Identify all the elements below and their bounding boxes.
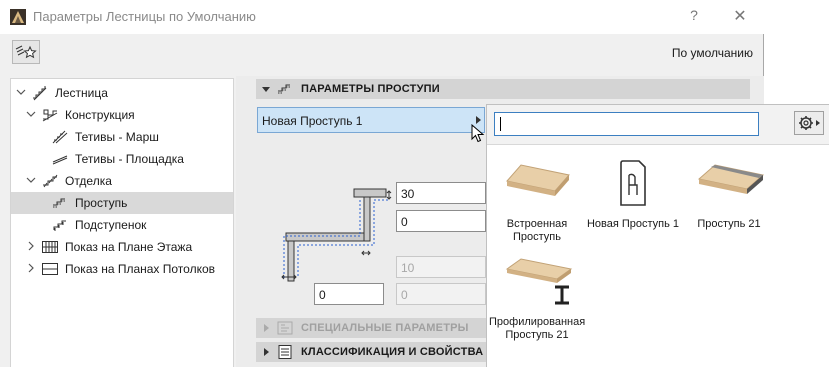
tread-offset-input[interactable]: 0: [396, 210, 486, 232]
window-title: Параметры Лестницы по Умолчанию: [33, 9, 256, 24]
tread-profile-selector[interactable]: Новая Проступь 1: [257, 107, 485, 133]
classification-icon: [278, 345, 292, 359]
chevron-right-icon[interactable]: [25, 262, 37, 274]
section-title: ПАРАМЕТРЫ ПРОСТУПИ: [301, 83, 440, 95]
dark-edge-board-icon: [697, 164, 765, 194]
section-tread-settings[interactable]: ПАРАМЕТРЫ ПРОСТУПИ: [256, 79, 750, 99]
left-offset-input[interactable]: 0: [314, 283, 384, 305]
tree-item-label: Показ на Планах Потолков: [65, 262, 215, 276]
chevron-down-icon[interactable]: [25, 174, 37, 186]
tree-item-structure[interactable]: Конструкция: [11, 104, 233, 126]
tree-item-label: Лестница: [55, 86, 108, 100]
text-caret: [500, 117, 501, 131]
structure-icon: [42, 109, 58, 122]
settings-tree: Лестница Конструкция Тетивы - Марш Тетив…: [10, 78, 234, 367]
section-special-settings[interactable]: СПЕЦИАЛЬНЫЕ ПАРАМЕТРЫ: [256, 318, 486, 338]
collapse-arrow-icon[interactable]: [261, 84, 271, 94]
section-title: СПЕЦИАЛЬНЫЕ ПАРАМЕТРЫ: [301, 322, 469, 334]
ceiling-plan-icon: [42, 263, 58, 275]
gear-icon: [799, 116, 820, 130]
riser-icon: [53, 220, 66, 231]
tree-item-label: Подступенок: [75, 218, 147, 232]
nosing-value: 10: [401, 261, 415, 275]
chevron-down-icon[interactable]: [25, 108, 37, 120]
tree-item-floor-plan[interactable]: Показ на Плане Этажа: [11, 236, 233, 258]
settings-menu-button[interactable]: [794, 111, 824, 135]
tread-offset-value: 0: [401, 215, 408, 229]
tree-item-stringer-flight[interactable]: Тетивы - Марш: [11, 126, 233, 148]
tree-item-label: Отделка: [65, 174, 112, 188]
section-classification[interactable]: КЛАССИФИКАЦИЯ И СВОЙСТВА: [256, 342, 486, 362]
profile-item-label: Новая Проступь 1: [586, 218, 680, 230]
expand-arrow-icon[interactable]: [261, 323, 271, 333]
right-offset-input[interactable]: 0: [396, 283, 486, 305]
tree-item-ceiling-plan[interactable]: Показ на Планах Потолков: [11, 258, 233, 280]
popup-toolbar: [487, 105, 829, 145]
profiled-board-icon: [505, 258, 573, 305]
left-offset-value: 0: [319, 288, 326, 302]
chair-document-icon: [620, 160, 646, 206]
default-label: По умолчанию: [671, 46, 753, 60]
tree-item-label: Конструкция: [65, 108, 135, 122]
section-title: КЛАССИФИКАЦИЯ И СВОЙСТВА: [301, 346, 484, 358]
tread-icon: [278, 84, 290, 94]
archicad-logo-icon: [10, 9, 26, 25]
favorites-star-icon: [15, 45, 37, 59]
profile-search-input[interactable]: [494, 112, 759, 136]
tree-item-finish[interactable]: Отделка: [11, 170, 233, 192]
tree-item-label: Тетивы - Площадка: [75, 152, 184, 166]
tree-item-label: Тетивы - Марш: [75, 130, 159, 144]
profile-item-tread-21[interactable]: Проступь 21: [681, 159, 777, 231]
stringer-flight-icon: [52, 130, 68, 144]
triangle-right-icon: [476, 116, 481, 124]
help-button[interactable]: ?: [682, 7, 706, 27]
tread-icon: [53, 198, 65, 208]
right-offset-value: 0: [401, 288, 408, 302]
tread-thickness-input[interactable]: 30: [396, 182, 486, 204]
tree-item-stair[interactable]: Лестница: [11, 82, 233, 104]
stair-icon: [33, 86, 47, 101]
profile-item-new-tread-1[interactable]: Новая Проступь 1: [585, 159, 681, 231]
favorites-button[interactable]: [12, 40, 40, 64]
tread-profile-value: Новая Проступь 1: [262, 114, 363, 128]
special-settings-icon: [277, 321, 293, 335]
expand-arrow-icon[interactable]: [261, 347, 271, 357]
tread-profile-popup: Встроенная Проступь Новая Проступь 1 Про…: [486, 104, 829, 367]
chevron-right-icon[interactable]: [25, 240, 37, 252]
finish-icon: [43, 174, 58, 188]
chevron-down-icon[interactable]: [15, 86, 27, 98]
mouse-cursor-icon: [471, 124, 485, 143]
profile-item-label: Проступь 21: [697, 218, 761, 230]
floor-plan-icon: [42, 241, 58, 253]
tread-thickness-value: 30: [401, 187, 415, 201]
tree-item-label: Проступь: [75, 196, 128, 210]
tree-item-riser[interactable]: Подступенок: [11, 214, 233, 236]
tread-section-diagram: [281, 188, 392, 282]
profile-item-label: Профилированная Проступь 21: [489, 316, 586, 341]
tree-item-stringer-landing[interactable]: Тетивы - Площадка: [11, 148, 233, 170]
profile-item-built-in-tread[interactable]: Встроенная Проступь: [489, 159, 585, 244]
tree-item-tread[interactable]: Проступь: [11, 192, 233, 214]
close-button[interactable]: ✕: [728, 6, 752, 26]
nosing-input[interactable]: 10: [396, 256, 486, 278]
profile-item-profiled-tread-21[interactable]: Профилированная Проступь 21: [489, 257, 585, 342]
tree-item-label: Показ на Плане Этажа: [65, 240, 193, 254]
stringer-landing-icon: [52, 155, 68, 165]
title-bar[interactable]: Параметры Лестницы по Умолчанию ? ✕: [0, 0, 764, 34]
profile-item-label: Встроенная Проступь: [506, 218, 568, 243]
wood-board-icon: [506, 164, 570, 196]
